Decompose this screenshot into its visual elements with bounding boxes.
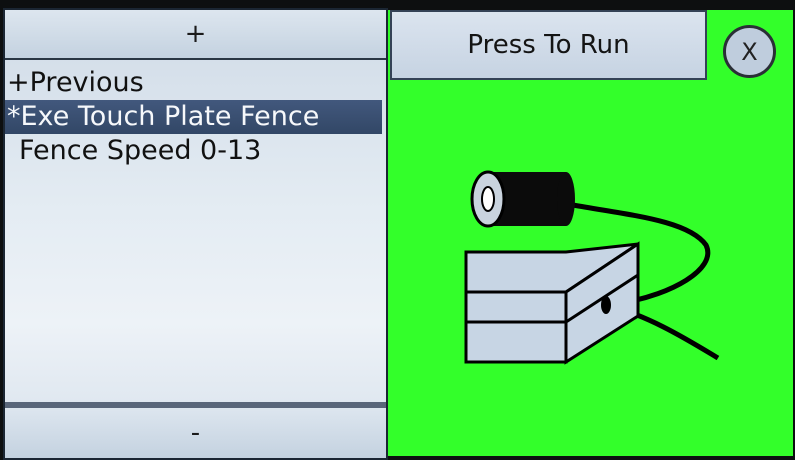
action-panel: Press To Run X — [388, 10, 793, 456]
scroll-down-button[interactable]: - — [5, 402, 386, 458]
list-item-previous[interactable]: +Previous — [5, 66, 386, 100]
touch-screen: + +Previous *Exe Touch Plate Fence Fence… — [0, 0, 795, 460]
list-item-exe-touch-plate-fence[interactable]: *Exe Touch Plate Fence — [5, 100, 382, 134]
list-item-fence-speed[interactable]: Fence Speed 0-13 — [5, 134, 386, 168]
menu-list: +Previous *Exe Touch Plate Fence Fence S… — [5, 66, 386, 168]
touch-plate-illustration — [464, 170, 720, 365]
scroll-up-button[interactable]: + — [5, 10, 386, 60]
top-bezel — [0, 0, 795, 8]
probe-icon — [470, 170, 575, 228]
touch-plate-icon — [464, 241, 640, 365]
menu-panel: + +Previous *Exe Touch Plate Fence Fence… — [3, 8, 388, 460]
